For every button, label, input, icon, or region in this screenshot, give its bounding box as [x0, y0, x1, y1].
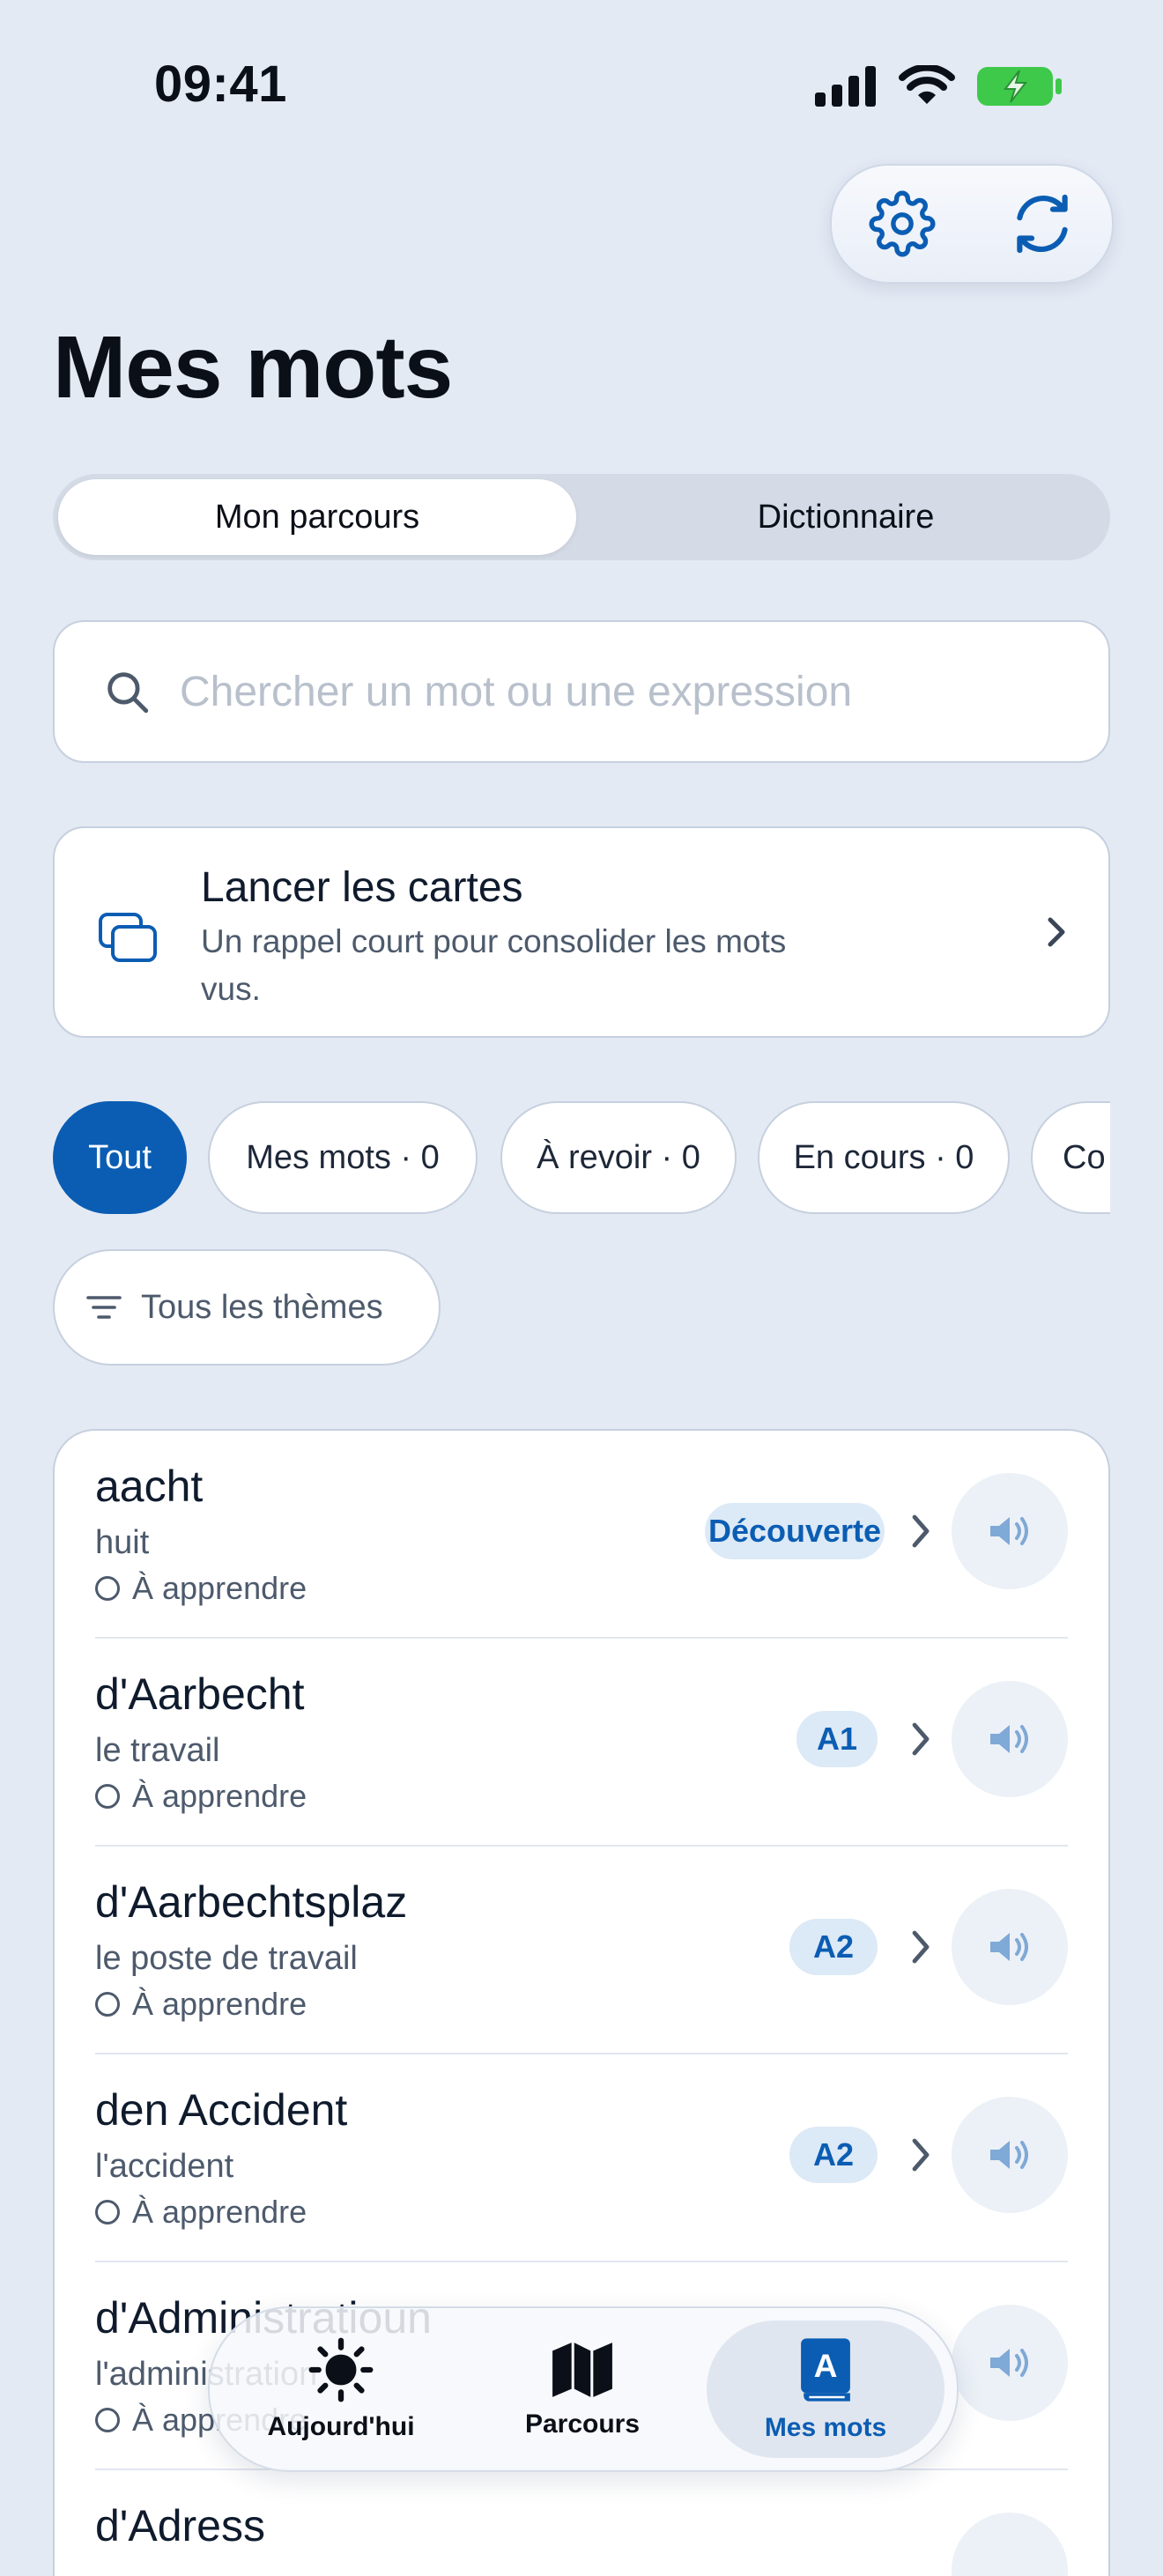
map-icon: [552, 2343, 612, 2397]
chip-tout[interactable]: Tout: [53, 1101, 187, 1214]
status-time: 09:41: [154, 56, 287, 113]
word-term: d'Adress: [95, 2501, 265, 2550]
speaker-icon: [990, 2141, 1028, 2169]
word-status-label: À apprendre: [132, 1986, 307, 2022]
tab-aujourdhui[interactable]: Aujourd'hui: [222, 2321, 460, 2458]
word-term: d'Aarbecht: [95, 1669, 305, 1719]
theme-filter-label: Tous les thèmes: [141, 1288, 383, 1326]
word-term: aacht: [95, 1462, 204, 1511]
word-row[interactable]: d'Adress: [95, 2470, 1068, 2576]
status-circle-icon: [95, 1576, 120, 1601]
word-status: À apprendre: [95, 1986, 307, 2023]
speaker-icon: [990, 1517, 1028, 1545]
speaker-icon: [990, 2349, 1028, 2377]
audio-button[interactable]: [952, 1473, 1068, 1589]
tab-label: Mes mots: [764, 2413, 887, 2442]
dictionary-icon: A: [801, 2338, 850, 2402]
audio-button[interactable]: [952, 2513, 1068, 2576]
page-title: Mes mots: [53, 318, 453, 417]
chip-en-cours[interactable]: En cours · 0: [758, 1101, 1010, 1214]
speaker-icon: [990, 1933, 1028, 1961]
word-term: d'Aarbechtsplaz: [95, 1877, 408, 1927]
cards-stack-icon: [99, 913, 157, 962]
chevron-right-icon: [912, 1514, 930, 1548]
settings-button[interactable]: [858, 180, 946, 268]
level-badge: A1: [796, 1711, 878, 1767]
word-translation: le poste de travail: [95, 1940, 358, 1977]
cellular-signal-icon: [815, 66, 876, 107]
top-actions-pill: [830, 164, 1114, 284]
word-status-label: À apprendre: [132, 1570, 307, 1606]
tab-parcours[interactable]: Parcours: [463, 2321, 701, 2458]
word-status: À apprendre: [95, 1778, 307, 1815]
battery-charging-icon: [977, 67, 1062, 106]
search-icon: [99, 663, 155, 720]
chip-mes-mots[interactable]: Mes mots · 0: [208, 1101, 478, 1214]
level-badge: A2: [789, 2127, 878, 2183]
tab-bar: Aujourd'hui Parcours A Mes mots: [208, 2306, 959, 2472]
search-bar: [53, 620, 1110, 763]
filter-chips: Tout Mes mots · 0 À revoir · 0 En cours …: [53, 1101, 1110, 1218]
word-status-label: À apprendre: [132, 2194, 307, 2230]
word-row[interactable]: d'Aarbecht le travail À apprendre A1: [95, 1639, 1068, 1847]
level-badge: A2: [789, 1919, 878, 1975]
theme-filter-button[interactable]: Tous les thèmes: [53, 1249, 441, 1366]
word-row[interactable]: d'Aarbechtsplaz le poste de travail À ap…: [95, 1847, 1068, 2054]
tab-mes-mots[interactable]: A Mes mots: [707, 2321, 944, 2458]
word-translation: huit: [95, 1524, 150, 1561]
chevron-right-icon: [912, 2138, 930, 2172]
svg-text:A: A: [814, 2347, 838, 2384]
refresh-icon: [1016, 194, 1068, 254]
audio-button[interactable]: [952, 1681, 1068, 1797]
word-status: À apprendre: [95, 2194, 307, 2231]
word-translation: l'accident: [95, 2148, 234, 2185]
word-row[interactable]: aacht huit À apprendre Découverte: [95, 1431, 1068, 1639]
sync-button[interactable]: [998, 180, 1086, 268]
gear-icon: [869, 190, 935, 257]
word-status: À apprendre: [95, 1570, 307, 1607]
launch-cards-card[interactable]: Lancer les cartes Un rappel court pour c…: [53, 826, 1110, 1038]
wifi-icon: [899, 65, 955, 104]
audio-button[interactable]: [952, 1889, 1068, 2005]
chip-a-revoir[interactable]: À revoir · 0: [500, 1101, 737, 1214]
word-translation: le travail: [95, 1732, 220, 1769]
chevron-right-icon: [912, 1930, 930, 1964]
status-icons: [815, 60, 1063, 113]
filter-lines-icon: [86, 1296, 122, 1319]
search-input[interactable]: [178, 666, 1063, 717]
audio-button[interactable]: [952, 2305, 1068, 2421]
segmented-control: Mon parcours Dictionnaire: [53, 474, 1110, 560]
cards-title: Lancer les cartes: [201, 864, 523, 911]
segment-dictionnaire[interactable]: Dictionnaire: [587, 479, 1105, 555]
status-circle-icon: [95, 2408, 120, 2432]
speaker-icon: [990, 1725, 1028, 1753]
tab-label: Parcours: [524, 2409, 641, 2439]
audio-button[interactable]: [952, 2097, 1068, 2213]
status-circle-icon: [95, 1784, 120, 1809]
chip-truncated[interactable]: Co: [1031, 1101, 1110, 1214]
word-status-label: À apprendre: [132, 1778, 307, 1814]
level-badge: Découverte: [705, 1503, 885, 1559]
chevron-right-icon: [1048, 917, 1065, 947]
tab-label: Aujourd'hui: [267, 2412, 415, 2441]
word-row[interactable]: den Accident l'accident À apprendre A2: [95, 2054, 1068, 2262]
word-term: den Accident: [95, 2085, 348, 2135]
cards-subtitle: Un rappel court pour consolider les mots…: [201, 923, 787, 1007]
segment-mon-parcours[interactable]: Mon parcours: [58, 479, 576, 555]
chevron-right-icon: [912, 1722, 930, 1756]
sun-icon: [308, 2337, 374, 2402]
status-circle-icon: [95, 2200, 120, 2224]
status-circle-icon: [95, 1992, 120, 2017]
